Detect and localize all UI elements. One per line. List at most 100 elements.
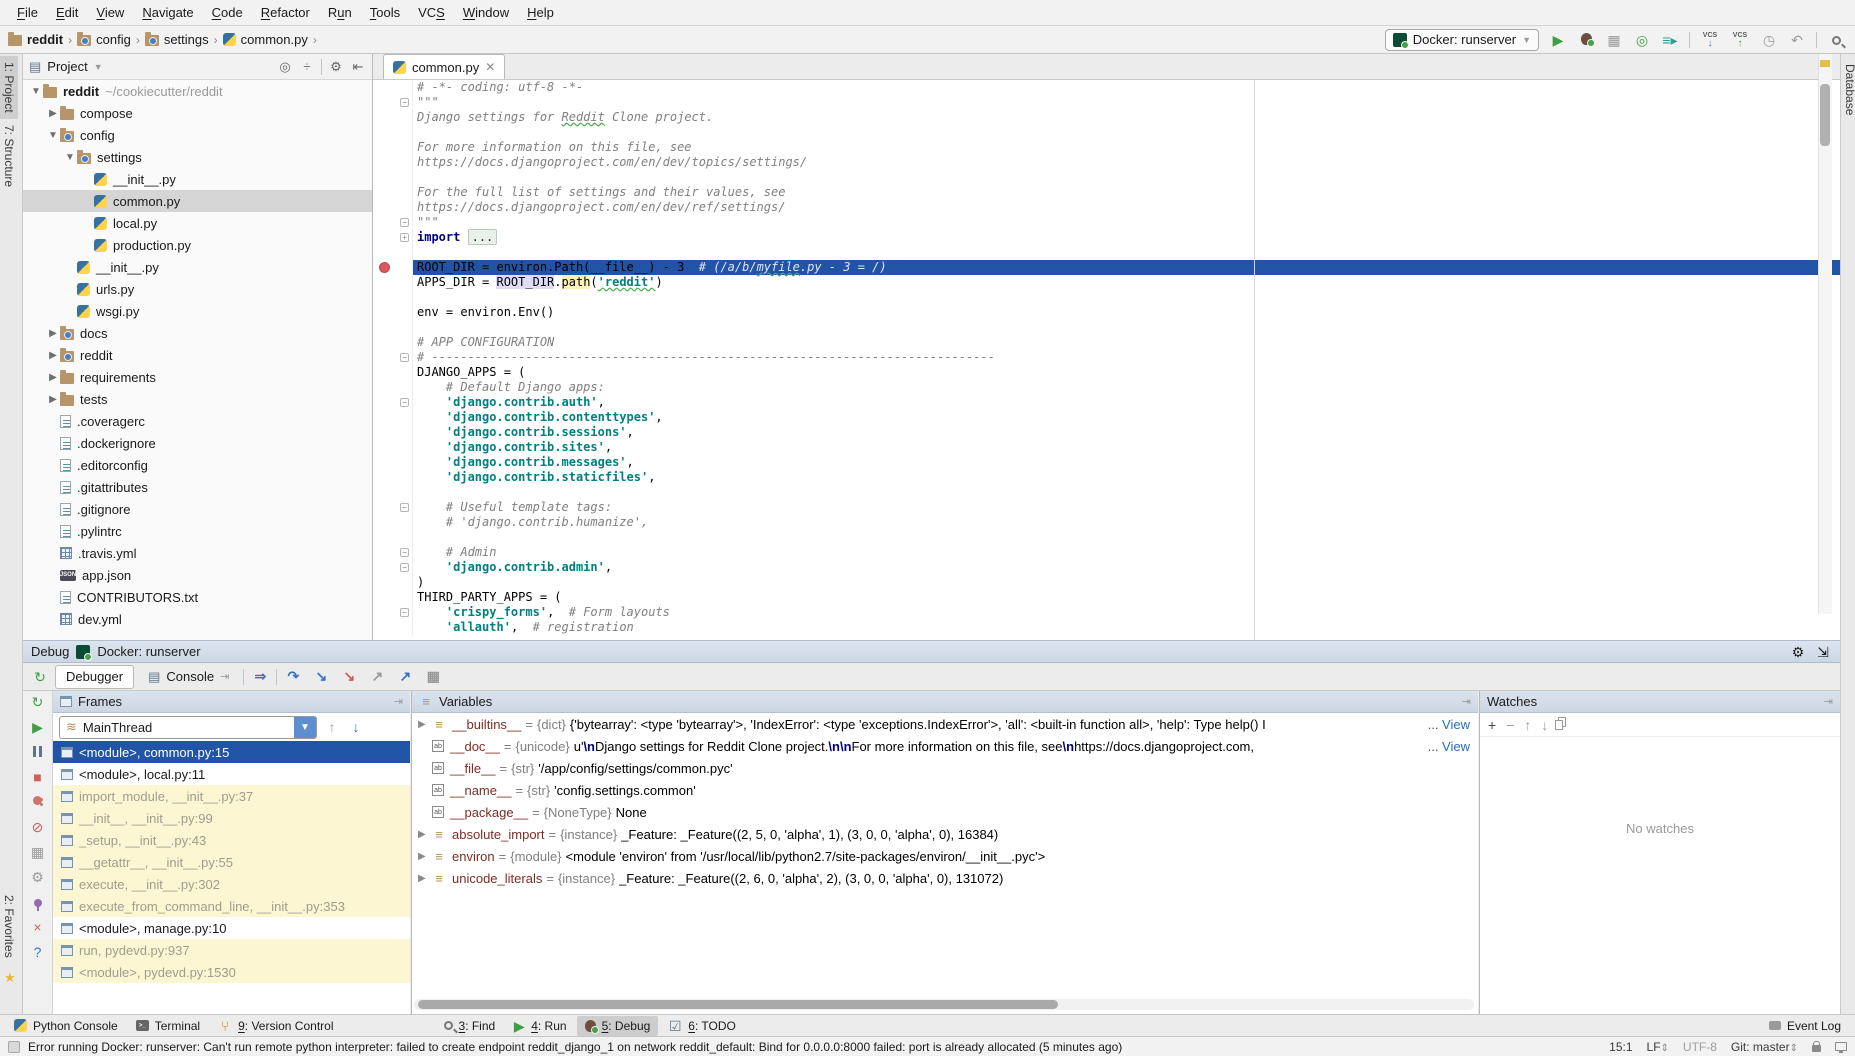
menu-item-view[interactable]: View	[87, 2, 133, 23]
editor-gutter[interactable]: −	[373, 395, 413, 410]
editor-gutter[interactable]	[373, 380, 413, 395]
menu-item-edit[interactable]: Edit	[47, 2, 87, 23]
breakpoint-dot[interactable]	[379, 262, 390, 273]
tree-item-config[interactable]: ▼config	[23, 124, 372, 146]
fold-marker[interactable]: −	[400, 563, 409, 572]
tree-item-dev-yml[interactable]: dev.yml	[23, 608, 372, 630]
mute-breakpoints-icon[interactable]: ⊘	[28, 820, 48, 834]
menu-item-run[interactable]: Run	[319, 2, 361, 23]
tree-item--gitignore[interactable]: .gitignore	[23, 498, 372, 520]
tree-item-common-py[interactable]: common.py	[23, 190, 372, 212]
tree-item--init-py[interactable]: __init__.py	[23, 256, 372, 278]
step-over-icon[interactable]: ↷	[281, 668, 305, 685]
code-area[interactable]: # -*- coding: utf-8 -*-−"""Django settin…	[373, 80, 1840, 640]
variable-row[interactable]: ▶≡environ={module}<module 'environ' from…	[412, 845, 1478, 867]
menu-item-file[interactable]: File	[8, 2, 47, 23]
editor-gutter[interactable]: −	[373, 95, 413, 110]
evaluate-expression-icon[interactable]: ▦	[421, 668, 445, 685]
frame-row[interactable]: _setup, __init__.py:43	[53, 829, 410, 851]
view-link[interactable]: View	[1442, 717, 1470, 732]
gear-icon[interactable]: ⚙	[1789, 645, 1807, 659]
variable-row[interactable]: ▶≡__builtins__={dict}{'bytearray': <type…	[412, 713, 1478, 735]
variable-row[interactable]: ab__name__={str}'config.settings.common'	[412, 779, 1478, 801]
frame-row[interactable]: <module>, local.py:11	[53, 763, 410, 785]
tree-item-docs[interactable]: ▶docs	[23, 322, 372, 344]
editor-gutter[interactable]	[373, 155, 413, 170]
tree-item-reddit[interactable]: ▶reddit	[23, 344, 372, 366]
encoding-indicator[interactable]: UTF-8	[1683, 1040, 1717, 1054]
pause-program-icon[interactable]	[28, 745, 48, 759]
editor-gutter[interactable]	[373, 410, 413, 425]
editor-gutter[interactable]	[373, 245, 413, 260]
editor-gutter[interactable]: −	[373, 500, 413, 515]
tree-item--dockerignore[interactable]: .dockerignore	[23, 432, 372, 454]
run-button[interactable]: ▶	[1549, 33, 1567, 47]
editor-gutter[interactable]	[373, 365, 413, 380]
editor-gutter[interactable]	[373, 590, 413, 605]
editor-gutter[interactable]	[373, 140, 413, 155]
profiler-button[interactable]: ◎	[1633, 33, 1651, 47]
remove-watch-icon[interactable]: −	[1506, 717, 1514, 733]
tree-item--editorconfig[interactable]: .editorconfig	[23, 454, 372, 476]
editor-gutter[interactable]: +	[373, 230, 413, 245]
variable-row[interactable]: ▶≡unicode_literals={instance}_Feature: _…	[412, 867, 1478, 889]
tree-item--travis-yml[interactable]: .travis.yml	[23, 542, 372, 564]
toolwindow-button-run[interactable]: ▶4: Run	[505, 1016, 574, 1036]
toolwindow-button-version-control[interactable]: ⑂9: Version Control	[210, 1016, 341, 1036]
chevron-down-icon[interactable]: ▼	[294, 716, 316, 739]
event-log-button[interactable]: Event Log	[1787, 1019, 1841, 1033]
tree-item--init-py[interactable]: __init__.py	[23, 168, 372, 190]
editor-gutter[interactable]	[373, 110, 413, 125]
sidebar-item-favorites[interactable]: 2: Favorites	[0, 889, 18, 964]
tree-item--gitattributes[interactable]: .gitattributes	[23, 476, 372, 498]
fold-marker[interactable]: +	[400, 233, 409, 242]
sidebar-item-project[interactable]: 1: Project	[0, 56, 18, 119]
locate-file-icon[interactable]: ◎	[277, 60, 293, 74]
settings-gear-icon[interactable]: ⚙	[28, 870, 48, 884]
screen-reader-icon[interactable]	[1835, 1042, 1847, 1051]
frame-row[interactable]: <module>, common.py:15	[53, 741, 410, 763]
editor-gutter[interactable]	[373, 455, 413, 470]
variable-row[interactable]: ab__doc__={unicode}u'\nDjango settings f…	[412, 735, 1478, 757]
view-breakpoints-icon[interactable]	[28, 795, 48, 809]
editor-gutter[interactable]	[373, 320, 413, 335]
status-icon[interactable]	[8, 1041, 20, 1053]
menu-item-tools[interactable]: Tools	[361, 2, 409, 23]
close-icon[interactable]: ×	[28, 920, 48, 934]
expand-arrow-icon[interactable]: ▶	[418, 851, 432, 862]
variable-row[interactable]: ▶≡absolute_import={instance}_Feature: _F…	[412, 823, 1478, 845]
menu-item-navigate[interactable]: Navigate	[133, 2, 202, 23]
tree-item-wsgi-py[interactable]: wsgi.py	[23, 300, 372, 322]
hide-panel-icon[interactable]: ⇤	[350, 60, 366, 74]
search-everywhere-button[interactable]	[1827, 33, 1845, 47]
variable-row[interactable]: ab__file__={str}'/app/config/settings/co…	[412, 757, 1478, 779]
fold-marker[interactable]: −	[400, 608, 409, 617]
sidebar-item-database[interactable]: Database	[1841, 58, 1855, 121]
menu-item-window[interactable]: Window	[454, 2, 518, 23]
breadcrumb-item[interactable]: settings	[145, 32, 209, 47]
menu-item-refactor[interactable]: Refactor	[252, 2, 319, 23]
editor-gutter[interactable]: −	[373, 560, 413, 575]
editor-gutter[interactable]	[373, 200, 413, 215]
sidebar-item-structure[interactable]: 7: Structure	[0, 119, 18, 193]
copy-icon[interactable]	[1558, 717, 1563, 733]
frame-row[interactable]: execute_from_command_line, __init__.py:3…	[53, 895, 410, 917]
tree-item--coveragerc[interactable]: .coveragerc	[23, 410, 372, 432]
force-step-into-icon[interactable]: ↘	[337, 668, 361, 685]
toolwindow-button-todo[interactable]: ☑6: TODO	[660, 1016, 744, 1036]
toolwindow-button-find[interactable]: 3: Find	[436, 1016, 504, 1036]
editor-gutter[interactable]	[373, 290, 413, 305]
rerun-program-icon[interactable]: ↻	[28, 695, 48, 709]
breadcrumb-item[interactable]: common.py	[223, 32, 308, 47]
tree-item-app-json[interactable]: JSONapp.json	[23, 564, 372, 586]
breadcrumb-item[interactable]: reddit	[8, 32, 63, 47]
variable-row[interactable]: ab__package__={NoneType}None	[412, 801, 1478, 823]
editor-gutter[interactable]	[373, 260, 413, 275]
toolwindow-button-debug[interactable]: 5: Debug	[577, 1016, 659, 1036]
editor-gutter[interactable]: −	[373, 215, 413, 230]
vcs-commit-button[interactable]: VCS↑	[1730, 32, 1750, 48]
move-watch-down-icon[interactable]: ↓	[1541, 717, 1548, 733]
expand-arrow-icon[interactable]: ▶	[418, 829, 432, 840]
scrollbar-thumb[interactable]	[418, 1000, 1058, 1009]
resume-program-icon[interactable]: ▶	[28, 720, 48, 734]
